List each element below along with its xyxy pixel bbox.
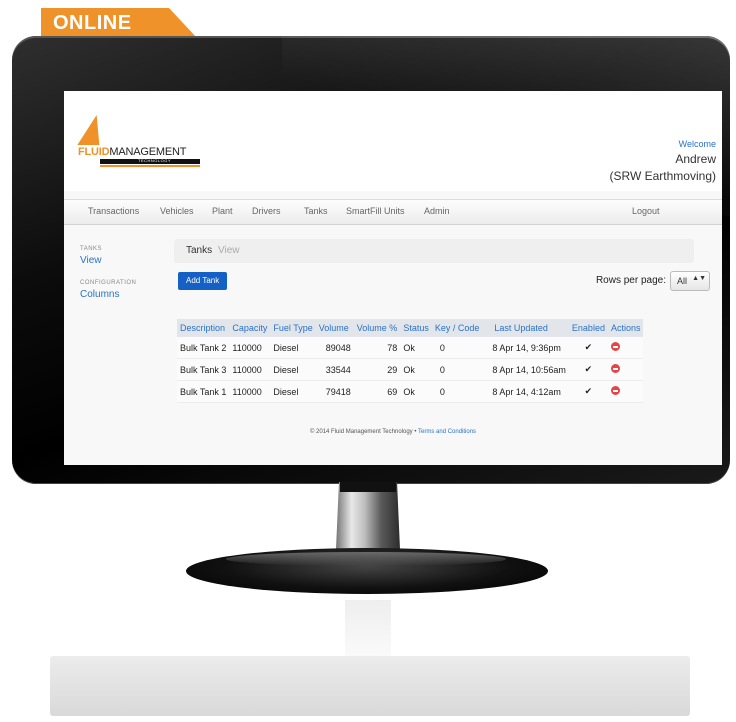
delete-icon[interactable] [610, 342, 620, 351]
enabled-checkbox[interactable]: ✔ [585, 364, 593, 375]
tab-view[interactable]: View [218, 245, 240, 256]
online-badge: ONLINE [41, 8, 197, 38]
cell-volume: 89048 [315, 337, 354, 359]
cell-key: 0 [431, 380, 483, 403]
flame-icon [77, 115, 105, 145]
tanks-table: Description Capacity Fuel Type Volume Vo… [177, 319, 644, 403]
base-shine [226, 552, 506, 566]
cell-volume-pct: 78 [353, 337, 401, 359]
cell-description: Bulk Tank 1 [177, 380, 230, 403]
cell-description: Bulk Tank 2 [177, 337, 230, 359]
select-arrow-icon: ▲▼ [692, 275, 706, 282]
cell-actions [607, 380, 644, 403]
cell-actions [607, 358, 644, 381]
cell-key: 0 [431, 337, 483, 359]
col-volume[interactable]: Volume [315, 319, 354, 337]
col-last-updated[interactable]: Last Updated [482, 319, 569, 337]
terms-link[interactable]: Terms and Conditions [418, 429, 476, 435]
col-capacity[interactable]: Capacity [229, 319, 271, 337]
company-logo[interactable]: FLUIDMANAGEMENT TECHNOLOGY [77, 115, 200, 185]
tab-tanks[interactable]: Tanks [186, 245, 212, 256]
user-name: Andrew [675, 152, 716, 166]
col-actions: Actions [607, 319, 644, 337]
rows-per-page-value: All [677, 276, 688, 286]
nav-vehicles[interactable]: Vehicles [160, 206, 194, 216]
nav-tanks[interactable]: Tanks [304, 206, 328, 216]
cell-status: Ok [400, 380, 432, 403]
user-info: Welcome Andrew (SRW Earthmoving) [610, 139, 716, 183]
cell-updated: 8 Apr 14, 4:12am [482, 380, 569, 403]
sidebar: TANKS View CONFIGURATION Columns [80, 246, 136, 300]
col-volume-pct[interactable]: Volume % [353, 319, 401, 337]
cell-enabled: ✔ [568, 358, 608, 381]
page-footer: © 2014 Fluid Management Technology • Ter… [64, 429, 722, 435]
cell-updated: 8 Apr 14, 10:56am [482, 358, 569, 381]
nav-smartfill-units[interactable]: SmartFill Units [346, 206, 405, 216]
nav-admin[interactable]: Admin [424, 206, 450, 216]
cell-key: 0 [431, 358, 483, 381]
cell-enabled: ✔ [568, 380, 608, 403]
badge-arrow [169, 8, 197, 38]
monitor-base [186, 548, 548, 594]
cell-fuel: Diesel [270, 358, 316, 381]
logo-stripe [100, 165, 200, 167]
cell-updated: 8 Apr 14, 9:36pm [482, 337, 569, 359]
cell-capacity: 110000 [229, 337, 271, 359]
col-description[interactable]: Description [177, 319, 230, 337]
cell-volume: 79418 [315, 380, 354, 403]
nav-plant[interactable]: Plant [212, 206, 233, 216]
logo-text: FLUIDMANAGEMENT [78, 146, 187, 158]
cell-volume: 33544 [315, 358, 354, 381]
enabled-checkbox[interactable]: ✔ [585, 386, 593, 397]
col-status[interactable]: Status [400, 319, 432, 337]
copyright-text: © 2014 Fluid Management Technology [309, 429, 413, 435]
sidebar-link-view[interactable]: View [80, 255, 136, 266]
cell-enabled: ✔ [568, 337, 608, 359]
cell-description: Bulk Tank 3 [177, 358, 230, 381]
table-row[interactable]: Bulk Tank 1 110000 Diesel 79418 69 Ok 0 … [177, 380, 644, 403]
cell-actions [607, 337, 644, 359]
cell-capacity: 110000 [229, 358, 271, 381]
rows-per-page-label: Rows per page: [595, 275, 666, 286]
cell-fuel: Diesel [270, 337, 316, 359]
footer-separator: • [414, 429, 417, 435]
col-fuel-type[interactable]: Fuel Type [270, 319, 316, 337]
logout-link[interactable]: Logout [632, 206, 660, 216]
enabled-checkbox[interactable]: ✔ [585, 342, 593, 353]
col-enabled[interactable]: Enabled [568, 319, 608, 337]
cell-volume-pct: 69 [353, 380, 401, 403]
cell-volume-pct: 29 [353, 358, 401, 381]
neck-reflection [345, 600, 391, 656]
monitor-bezel: FLUIDMANAGEMENT TECHNOLOGY Welcome Andre… [12, 36, 730, 484]
app-screen: FLUIDMANAGEMENT TECHNOLOGY Welcome Andre… [64, 91, 722, 465]
surface-reflection [50, 656, 690, 716]
nav-transactions[interactable]: Transactions [88, 206, 139, 216]
col-key-code[interactable]: Key / Code [431, 319, 483, 337]
nav-drivers[interactable]: Drivers [252, 206, 281, 216]
badge-label: ONLINE [53, 12, 132, 34]
table-row[interactable]: Bulk Tank 3 110000 Diesel 33544 29 Ok 0 … [177, 358, 644, 381]
main-nav: Transactions Vehicles Plant Drivers Tank… [64, 199, 722, 225]
sidebar-heading-tanks: TANKS [80, 246, 103, 252]
welcome-text: Welcome [678, 139, 716, 149]
rows-per-page-select[interactable]: All ▲▼ [670, 271, 710, 291]
table-row[interactable]: Bulk Tank 2 110000 Diesel 89048 78 Ok 0 … [177, 337, 644, 359]
add-tank-button[interactable]: Add Tank [178, 272, 228, 290]
cell-status: Ok [400, 358, 432, 381]
cell-fuel: Diesel [270, 380, 316, 403]
delete-icon[interactable] [610, 364, 620, 373]
sidebar-heading-configuration: CONFIGURATION [80, 280, 137, 286]
logo-subtitle: TECHNOLOGY [138, 158, 172, 163]
delete-icon[interactable] [610, 386, 620, 395]
monitor-neck-joint [340, 482, 396, 492]
app-header: FLUIDMANAGEMENT TECHNOLOGY Welcome Andre… [64, 91, 722, 191]
tab-bar: Tanks View [174, 239, 694, 263]
cell-status: Ok [400, 337, 432, 359]
table-header-row: Description Capacity Fuel Type Volume Vo… [177, 319, 644, 337]
user-company: (SRW Earthmoving) [609, 169, 716, 183]
sidebar-link-columns[interactable]: Columns [80, 289, 136, 300]
cell-capacity: 110000 [229, 380, 271, 403]
